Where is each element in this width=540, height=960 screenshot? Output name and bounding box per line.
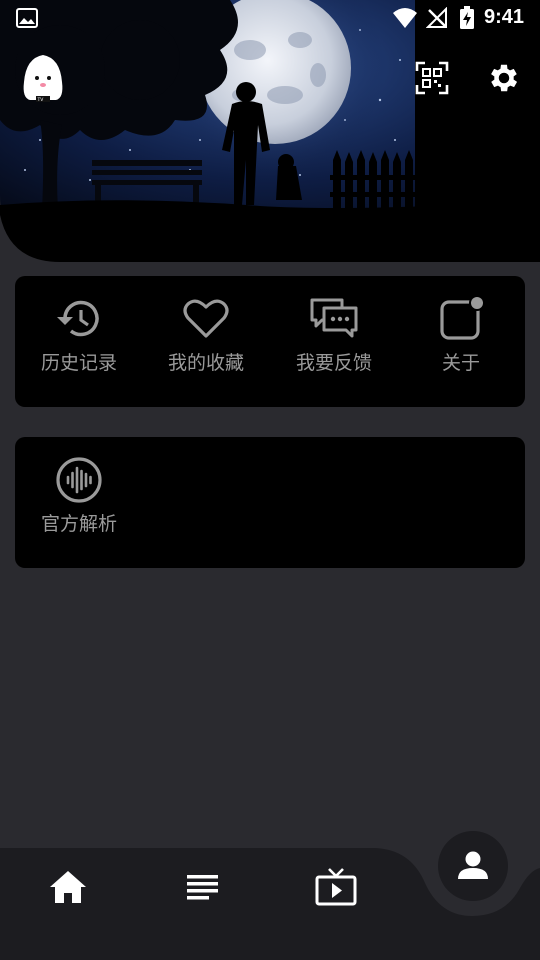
bottom-navigation bbox=[0, 828, 540, 960]
about-button[interactable]: 关于 bbox=[397, 294, 525, 384]
favorites-label: 我的收藏 bbox=[167, 352, 244, 374]
status-time: 9:41 bbox=[484, 6, 525, 28]
gear-icon bbox=[491, 64, 518, 92]
feedback-label: 我要反馈 bbox=[295, 352, 372, 374]
nav-profile-button[interactable] bbox=[438, 831, 508, 901]
avatar[interactable]: TV bbox=[20, 52, 66, 106]
header-banner bbox=[0, 0, 540, 262]
qr-scan-icon bbox=[415, 61, 449, 95]
official-parse-label: 官方解析 bbox=[40, 513, 117, 535]
tools-card: 官方解析 bbox=[15, 437, 525, 568]
status-bar: 9:41 bbox=[0, 0, 540, 38]
battery-charging-icon bbox=[460, 6, 474, 29]
official-parse-button[interactable]: 官方解析 bbox=[15, 455, 143, 545]
feedback-chat-icon bbox=[310, 298, 358, 338]
tv-icon bbox=[315, 868, 357, 906]
favorites-button[interactable]: 我的收藏 bbox=[142, 294, 270, 384]
audio-wave-icon bbox=[56, 457, 102, 503]
settings-button[interactable] bbox=[486, 60, 522, 96]
svg-text:TV: TV bbox=[37, 97, 45, 103]
nav-list-button[interactable] bbox=[178, 866, 226, 908]
person-icon bbox=[458, 851, 488, 879]
nav-tv-button[interactable] bbox=[312, 866, 360, 908]
nav-home-button[interactable] bbox=[44, 866, 92, 908]
home-icon bbox=[50, 871, 86, 903]
ghost-avatar-icon: TV bbox=[23, 55, 63, 103]
night-scene-illustration bbox=[0, 0, 540, 262]
about-label: 关于 bbox=[441, 352, 480, 374]
history-icon bbox=[57, 300, 99, 337]
history-button[interactable]: 历史记录 bbox=[15, 294, 143, 384]
history-label: 历史记录 bbox=[40, 352, 117, 374]
menu-card: 历史记录 我的收藏 我要反馈 关于 bbox=[15, 276, 525, 407]
wifi-icon bbox=[393, 8, 417, 28]
about-badge-icon bbox=[440, 295, 485, 340]
list-icon bbox=[187, 875, 218, 900]
feedback-button[interactable]: 我要反馈 bbox=[270, 294, 398, 384]
heart-icon bbox=[183, 299, 229, 338]
qr-scan-button[interactable] bbox=[414, 60, 450, 96]
no-signal-icon bbox=[426, 7, 447, 28]
gallery-icon bbox=[16, 8, 38, 28]
